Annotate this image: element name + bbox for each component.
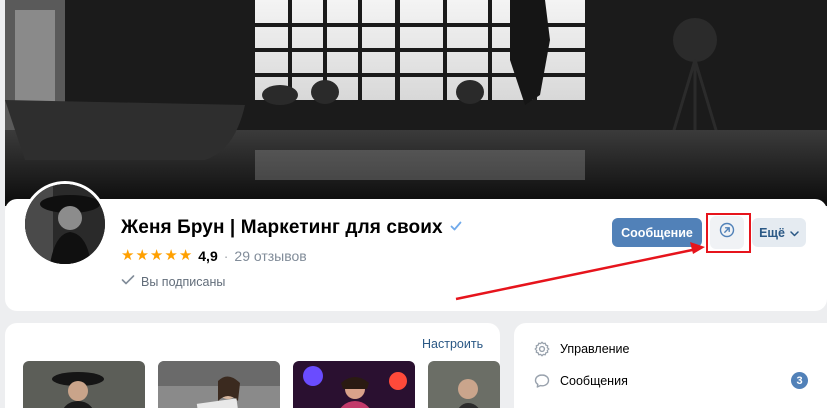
star-icon: ★ <box>121 247 135 264</box>
gallery-thumbnail[interactable] <box>293 361 415 408</box>
star-icon: ★ <box>149 247 164 264</box>
message-button[interactable]: Сообщение <box>612 218 702 247</box>
subscribed-label: Вы подписаны <box>141 274 226 289</box>
star-icon: ★ <box>178 247 193 264</box>
gallery-thumbnail[interactable] <box>23 361 145 408</box>
share-button[interactable] <box>710 216 744 249</box>
more-label: Ещё <box>759 225 785 240</box>
chevron-down-icon <box>790 226 799 240</box>
separator: · <box>223 248 229 264</box>
rating-row: ★ ★ ★ ★ ★ 4,9 · 29 отзывов <box>121 248 307 265</box>
profile-name: Женя Брун | Маркетинг для своих <box>121 217 443 238</box>
gear-icon <box>534 341 550 357</box>
menu-item-manage[interactable]: Управление <box>534 341 630 357</box>
check-icon <box>121 274 135 289</box>
menu-item-messages[interactable]: Сообщения <box>534 373 628 389</box>
gallery-thumbnail[interactable] <box>428 361 500 408</box>
side-menu <box>514 323 827 408</box>
avatar[interactable] <box>22 181 108 267</box>
rating-stars: ★ ★ ★ ★ ★ <box>121 248 192 264</box>
messages-count-badge: 3 <box>791 372 808 389</box>
subscription-status[interactable]: Вы подписаны <box>121 274 225 289</box>
menu-item-label: Управление <box>560 342 630 356</box>
star-icon: ★ <box>164 247 178 264</box>
verified-icon <box>450 219 462 237</box>
share-arrow-icon <box>719 222 735 243</box>
cover-image <box>5 0 827 206</box>
star-icon: ★ <box>135 247 149 264</box>
menu-item-label: Сообщения <box>560 374 628 388</box>
reviews-link[interactable]: 29 отзывов <box>234 248 306 264</box>
message-icon <box>534 373 550 389</box>
customize-link[interactable]: Настроить <box>422 337 483 351</box>
gallery-thumbnail[interactable] <box>158 361 280 408</box>
profile-name-row: Женя Брун | Маркетинг для своих <box>121 217 462 239</box>
more-button[interactable]: Ещё <box>752 218 806 247</box>
rating-value: 4,9 <box>198 248 218 264</box>
